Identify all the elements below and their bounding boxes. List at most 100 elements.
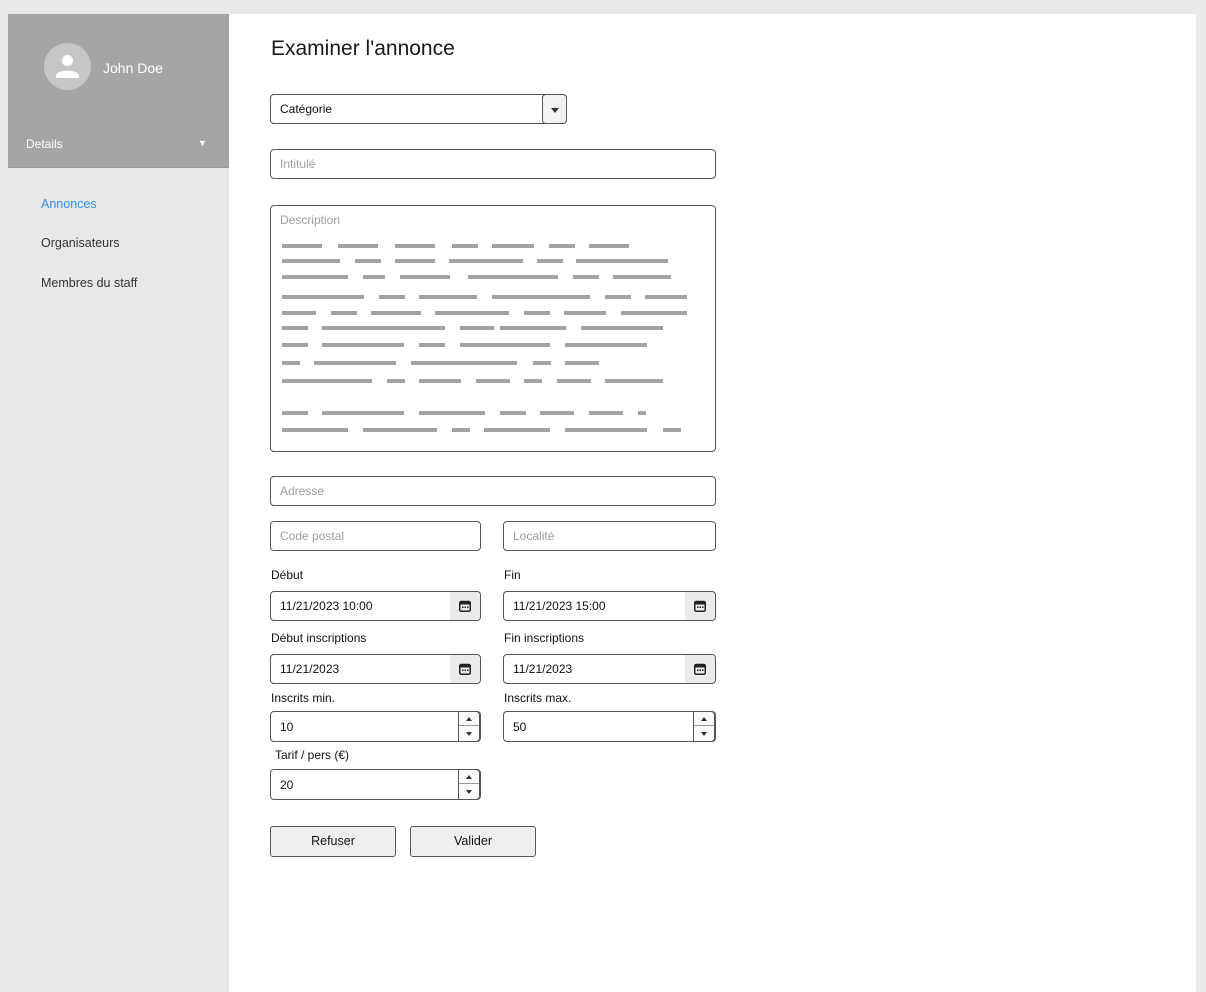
text-placeholder-bar — [331, 311, 357, 315]
category-select[interactable]: Catégorie — [270, 94, 567, 124]
text-placeholder-bar — [460, 326, 494, 330]
calendar-button[interactable] — [685, 592, 715, 620]
calendar-button[interactable] — [685, 655, 715, 683]
user-icon — [56, 55, 79, 78]
sidebar-item-membres-du-staff[interactable]: Membres du staff — [41, 276, 137, 290]
spinner-down-icon[interactable] — [459, 727, 479, 741]
text-placeholder-bar — [613, 275, 671, 279]
text-placeholder-bar — [449, 259, 523, 263]
sidebar-item-organisateurs[interactable]: Organisateurs — [41, 236, 120, 250]
text-placeholder-bar — [282, 326, 308, 330]
text-placeholder-bar — [576, 259, 668, 263]
spinner — [693, 711, 715, 742]
text-placeholder-bar — [492, 244, 534, 248]
text-placeholder-bar — [492, 295, 590, 299]
text-placeholder-bar — [468, 275, 558, 279]
text-placeholder-bar — [533, 361, 551, 365]
registration-start-value: 11/21/2023 — [280, 662, 340, 676]
text-placeholder-bar — [387, 379, 405, 383]
text-placeholder-bar — [282, 311, 316, 315]
text-placeholder-bar — [581, 326, 663, 330]
text-placeholder-bar — [282, 244, 322, 248]
text-placeholder-bar — [282, 379, 372, 383]
start-label: Début — [271, 568, 304, 582]
calendar-button[interactable] — [450, 592, 480, 620]
text-placeholder-bar — [282, 411, 308, 415]
text-placeholder-bar — [500, 411, 526, 415]
text-placeholder-bar — [395, 244, 435, 248]
validate-button[interactable]: Valider — [410, 826, 536, 857]
text-placeholder-bar — [419, 411, 485, 415]
text-placeholder-bar — [322, 343, 404, 347]
end-datetime-input[interactable]: 11/21/2023 15:00 — [503, 591, 716, 621]
city-input[interactable]: Localité — [503, 521, 716, 551]
caret-down-icon[interactable]: ▼ — [198, 138, 207, 148]
refuse-button[interactable]: Refuser — [270, 826, 396, 857]
text-placeholder-bar — [395, 259, 435, 263]
user-name: John Doe — [103, 60, 163, 76]
text-placeholder-bar — [371, 311, 421, 315]
spinner — [458, 711, 480, 742]
text-placeholder-bar — [621, 311, 687, 315]
page-title: Examiner l'annonce — [271, 37, 455, 60]
min-participants-value: 10 — [280, 719, 294, 734]
text-placeholder-bar — [322, 411, 404, 415]
min-participants-label: Inscrits min. — [271, 691, 336, 705]
text-placeholder-bar — [282, 259, 340, 263]
chevron-down-icon[interactable] — [542, 94, 567, 124]
postal-code-placeholder: Code postal — [280, 529, 345, 543]
calendar-icon — [694, 663, 706, 675]
sidebar-item-annonces[interactable]: Annonces — [41, 197, 97, 211]
text-placeholder-bar — [524, 311, 550, 315]
postal-code-input[interactable]: Code postal — [270, 521, 481, 551]
title-input[interactable]: Intitulé — [270, 149, 716, 179]
text-placeholder-bar — [419, 295, 477, 299]
text-placeholder-bar — [565, 428, 647, 432]
registration-end-input[interactable]: 11/21/2023 — [503, 654, 716, 684]
max-participants-stepper[interactable]: 50 — [503, 711, 716, 742]
spinner-up-icon[interactable] — [459, 712, 479, 726]
price-stepper[interactable]: 20 — [270, 769, 481, 800]
text-placeholder-bar — [322, 326, 380, 330]
address-input[interactable]: Adresse — [270, 476, 716, 506]
spinner-down-icon[interactable] — [694, 727, 714, 741]
text-placeholder-bar — [363, 428, 437, 432]
text-placeholder-bar — [663, 428, 681, 432]
max-participants-value: 50 — [513, 719, 527, 734]
price-value: 20 — [280, 777, 294, 792]
start-value: 11/21/2023 10:00 — [280, 599, 373, 613]
text-placeholder-bar — [379, 295, 405, 299]
text-placeholder-bar — [282, 275, 348, 279]
spinner-down-icon[interactable] — [459, 785, 479, 799]
registration-end-label: Fin inscriptions — [504, 631, 585, 645]
text-placeholder-bar — [564, 311, 606, 315]
start-datetime-input[interactable]: 11/21/2023 10:00 — [270, 591, 481, 621]
text-placeholder-bar — [484, 428, 550, 432]
min-participants-stepper[interactable]: 10 — [270, 711, 481, 742]
text-placeholder-bar — [452, 428, 470, 432]
registration-start-input[interactable]: 11/21/2023 — [270, 654, 481, 684]
details-label: Details — [26, 137, 63, 151]
title-placeholder: Intitulé — [280, 157, 316, 171]
text-placeholder-bar — [411, 361, 517, 365]
text-placeholder-bar — [589, 244, 629, 248]
text-placeholder-bar — [500, 326, 566, 330]
address-placeholder: Adresse — [280, 484, 325, 498]
end-value: 11/21/2023 15:00 — [513, 599, 606, 613]
text-placeholder-bar — [363, 275, 385, 279]
description-textarea[interactable]: Description — [270, 205, 716, 452]
text-placeholder-bar — [589, 411, 623, 415]
text-placeholder-bar — [605, 295, 631, 299]
spinner-up-icon[interactable] — [459, 770, 479, 784]
text-placeholder-bar — [338, 244, 378, 248]
calendar-button[interactable] — [450, 655, 480, 683]
description-placeholder: Description — [280, 213, 341, 227]
avatar[interactable] — [44, 43, 91, 90]
text-placeholder-bar — [460, 343, 550, 347]
text-placeholder-bar — [282, 428, 348, 432]
text-placeholder-bar — [419, 379, 461, 383]
max-participants-label: Inscrits max. — [504, 691, 572, 705]
registration-start-label: Début inscriptions — [271, 631, 367, 645]
end-label: Fin — [504, 568, 521, 582]
spinner-up-icon[interactable] — [694, 712, 714, 726]
